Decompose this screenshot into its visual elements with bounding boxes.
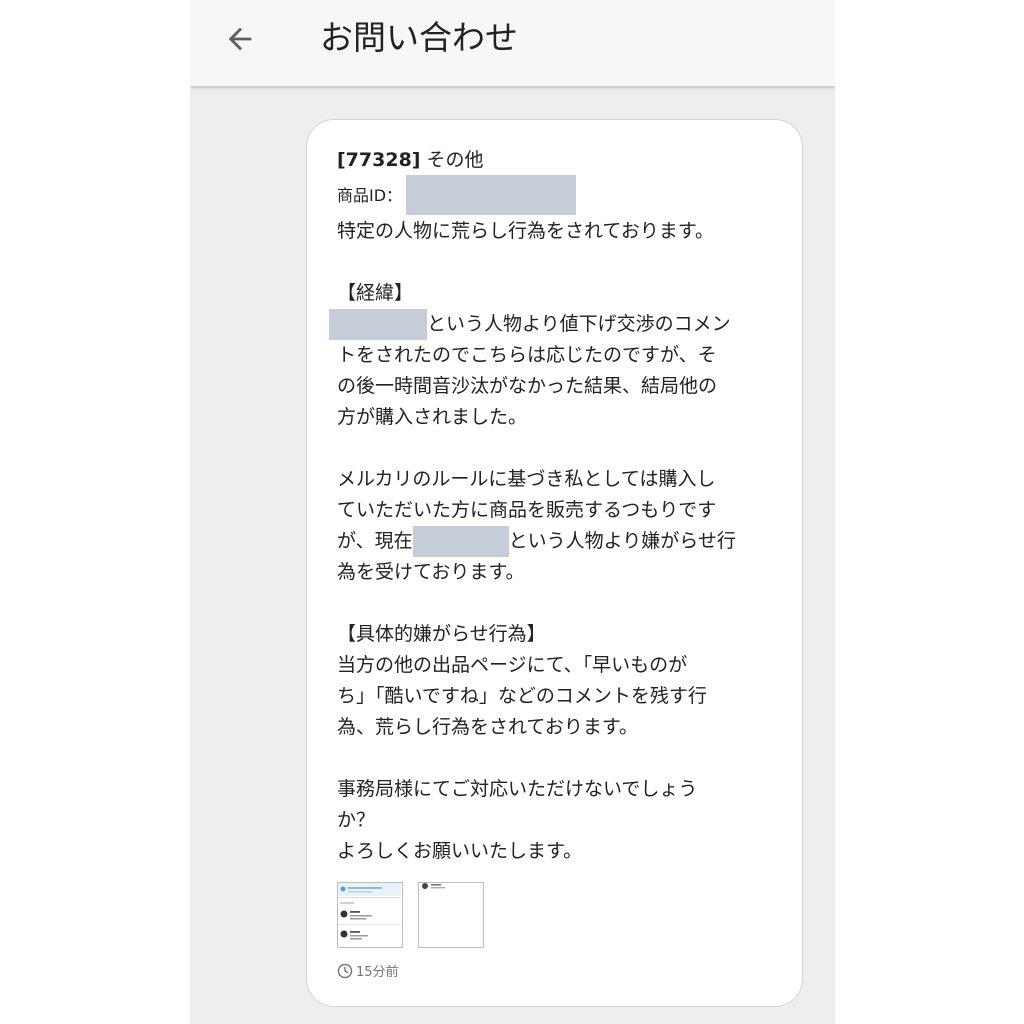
message-line: 為を受けております。 (337, 561, 525, 583)
message-line: が、現在 という人物より嫌がらせ行 (337, 526, 787, 557)
arrow-left-icon (228, 27, 252, 51)
inquiry-category: その他 (426, 149, 484, 171)
message-line: 事務局様にてご対応いただけないでしょう (337, 778, 698, 800)
message-line: 特定の人物に荒らし行為をされております。 (337, 220, 714, 242)
message-line: 当方の他の出品ページにて、「早いものが (337, 654, 688, 676)
message-line: トをされたのでこちらは応じたのですが、そ (337, 344, 717, 366)
screenshot-preview-icon (338, 883, 401, 940)
screenshot-preview-icon (422, 883, 445, 889)
product-id-row: 商品ID： (337, 175, 787, 215)
clock-icon (337, 963, 353, 978)
app-bar: お問い合わせ (190, 0, 835, 86)
page-title: お問い合わせ (320, 18, 518, 57)
attachment-thumbnail-2[interactable] (418, 882, 484, 948)
attachment-thumbnail-1[interactable] (337, 882, 403, 948)
message-line: よろしくお願いいたします。 (337, 840, 583, 862)
redacted-username (412, 526, 509, 557)
message-line: か？ (337, 809, 376, 831)
inquiry-id: [77328] (337, 149, 421, 171)
message-line: 【経緯】 (337, 282, 414, 304)
message-line: の後一時間音沙汰がなかった結果、結局他の (337, 375, 718, 397)
message-line: 【具体的嫌がらせ行為】 (337, 623, 546, 645)
message-timestamp: 15分前 (337, 961, 399, 980)
message-line: ち」「酷いですね」などのコメントを残す行 (337, 685, 707, 707)
back-button[interactable] (214, 13, 266, 65)
message-header: [77328] その他 (337, 145, 787, 176)
message-line-text: という人物より値下げ交渉のコメン (427, 313, 731, 335)
message-line: という人物より値下げ交渉のコメン (329, 309, 787, 340)
message-line: ていただいた方に商品を販売するつもりです (337, 499, 717, 521)
message-body: [77328] その他 商品ID： 特定の人物に荒らし行為をされております。 【… (329, 145, 787, 867)
message-line-text: という人物より嫌がらせ行 (508, 530, 736, 552)
timestamp-text: 15分前 (356, 965, 399, 980)
message-card: [77328] その他 商品ID： 特定の人物に荒らし行為をされております。 【… (306, 119, 803, 1007)
phone-screen: お問い合わせ [77328] その他 商品ID： 特定の人物に荒らし行為をされて… (190, 0, 835, 1024)
message-line: メルカリのルールに基づき私としては購入し (337, 468, 716, 490)
redacted-product-id (406, 175, 577, 215)
product-id-label: 商品ID： (337, 185, 403, 205)
message-line-text: が、現在 (337, 530, 413, 552)
redacted-username (329, 309, 427, 340)
message-line: 方が購入されました。 (337, 406, 528, 428)
message-line: 為、荒らし行為をされております。 (337, 716, 638, 738)
attachment-list (337, 882, 484, 948)
